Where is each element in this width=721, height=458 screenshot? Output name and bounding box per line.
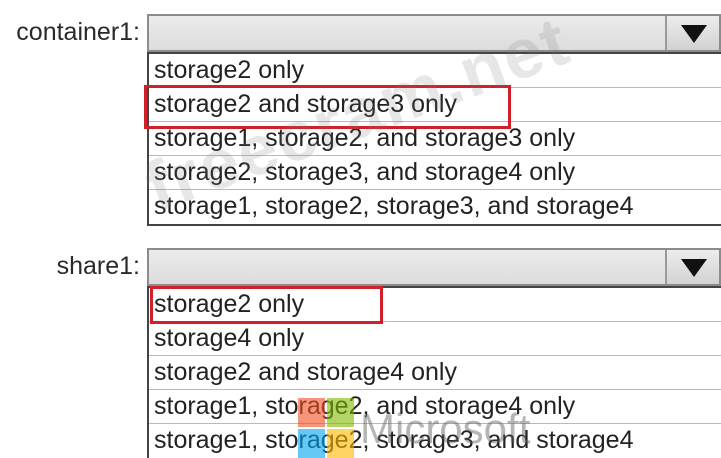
container1-label: container1:: [16, 18, 140, 46]
share1-dropdown-button[interactable]: [665, 250, 719, 284]
share1-option[interactable]: storage4 only: [149, 322, 721, 356]
share1-options-list: storage2 only storage4 only storage2 and…: [147, 286, 721, 458]
container1-option[interactable]: storage1, storage2, and storage3 only: [149, 122, 721, 156]
share1-option[interactable]: storage2 and storage4 only: [149, 356, 721, 390]
container1-option[interactable]: storage2 and storage3 only: [149, 88, 721, 122]
triangle-down-icon: [681, 25, 707, 43]
container1-dropdown-button[interactable]: [665, 16, 719, 50]
container1-dropdown[interactable]: [147, 14, 721, 52]
share1-label: share1:: [56, 252, 140, 280]
container1-options-list: storage2 only storage2 and storage3 only…: [147, 52, 721, 226]
answer-area: container1: storage2 only storage2 and s…: [0, 0, 721, 458]
share1-option[interactable]: storage1, storage2, storage3, and storag…: [149, 424, 721, 458]
triangle-down-icon: [681, 259, 707, 277]
container1-option[interactable]: storage2 only: [149, 54, 721, 88]
container1-option[interactable]: storage1, storage2, storage3, and storag…: [149, 190, 721, 224]
container1-option[interactable]: storage2, storage3, and storage4 only: [149, 156, 721, 190]
share1-option[interactable]: storage1, storage2, and storage4 only: [149, 390, 721, 424]
share1-option[interactable]: storage2 only: [149, 288, 721, 322]
share1-dropdown[interactable]: [147, 248, 721, 286]
